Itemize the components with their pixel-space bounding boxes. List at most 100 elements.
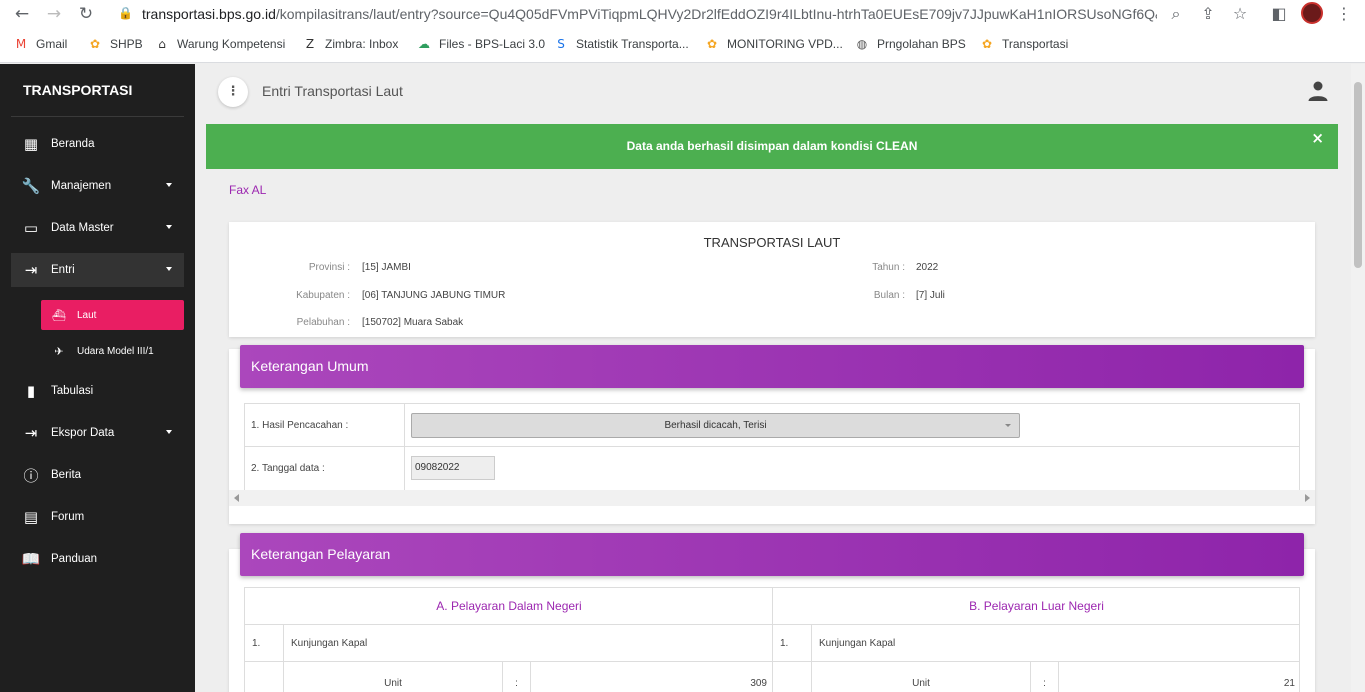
- sidebar-item-data-master[interactable]: ▭ Data Master: [11, 211, 184, 245]
- column-heading: A. Pelayaran Dalam Negeri: [245, 588, 773, 625]
- table-row: 1. Kunjungan Kapal: [773, 625, 1300, 662]
- profile-avatar[interactable]: [1301, 2, 1323, 24]
- book-icon: 📖: [21, 550, 41, 568]
- main-content: ⋮ Entri Transportasi Laut Data anda berh…: [195, 64, 1351, 692]
- scrollbar-thumb[interactable]: [1354, 82, 1362, 268]
- tanggal-data-input[interactable]: 09082022: [411, 456, 495, 480]
- bookmark-8[interactable]: ✿ Transportasi: [980, 37, 1068, 51]
- bookmark-0[interactable]: M Gmail: [14, 37, 68, 51]
- scroll-right-icon[interactable]: [1305, 494, 1310, 502]
- chevron-down-icon: [166, 183, 172, 187]
- url-path: /kompilasitrans/laut/entry?source=Qu4Q05…: [275, 6, 1157, 22]
- share-icon[interactable]: ⇪: [1198, 4, 1218, 24]
- bookmark-6[interactable]: ✿ MONITORING VPD...: [705, 37, 843, 51]
- sidebar-item-berita[interactable]: ⓘ Berita: [11, 458, 184, 492]
- sidebar-item-label: Panduan: [51, 553, 98, 565]
- sidebar-item-beranda[interactable]: ▦ Beranda: [11, 127, 184, 161]
- sidebar-item-ekspor-data[interactable]: ⇥ Ekspor Data: [11, 416, 184, 450]
- globe-icon: ◍: [856, 37, 868, 51]
- bookmark-label: Gmail: [36, 37, 68, 51]
- back-icon[interactable]: ←: [12, 4, 32, 24]
- scroll-left-icon[interactable]: [234, 494, 239, 502]
- ship-icon: ⛴: [52, 308, 66, 322]
- lock-icon[interactable]: 🔒: [118, 6, 133, 20]
- keterangan-pelayaran-panel: Keterangan Pelayaran A. Pelayaran Dalam …: [229, 533, 1315, 692]
- table-row: Unit : 309: [245, 662, 773, 692]
- account-icon[interactable]: [1306, 79, 1330, 103]
- row-label: Kunjungan Kapal: [291, 638, 368, 649]
- address-bar[interactable]: transportasi.bps.go.id/kompilasitrans/la…: [142, 6, 1157, 22]
- bookmark-label: Transportasi: [1002, 37, 1069, 51]
- hasil-pencacahan-label: 1. Hasil Pencacahan :: [245, 404, 405, 447]
- sidebar-item-tabulasi[interactable]: ▮ Tabulasi: [11, 374, 184, 408]
- bookmarks-bar: M Gmail ✿ SHPB ⌂ Warung Kompetensi Z Zimbra: In…: [0, 28, 1365, 63]
- bulan-value: [7] Juli: [916, 290, 945, 301]
- chevron-down-icon: [1005, 424, 1011, 427]
- sidebar-subitem-laut[interactable]: ⛴ Laut: [41, 300, 184, 330]
- side-panel-icon[interactable]: ◧: [1269, 4, 1289, 24]
- sidebar-item-label: Ekspor Data: [51, 427, 115, 439]
- sipadu-icon: ✿: [89, 37, 101, 51]
- sipadu-icon: ✿: [706, 37, 718, 51]
- horizontal-scrollbar[interactable]: [229, 490, 1315, 506]
- row-number: 1.: [773, 625, 812, 662]
- sidebar-item-label: Tabulasi: [51, 385, 94, 397]
- topbar: ⋮ Entri Transportasi Laut: [195, 64, 1351, 119]
- row-label: Kunjungan Kapal: [819, 638, 896, 649]
- export-icon: ⇥: [24, 424, 38, 442]
- bookmark-7[interactable]: ◍ Prngolahan BPS: [855, 37, 966, 51]
- more-options-button[interactable]: ⋮: [218, 77, 248, 107]
- sidebar-subitem-udara-model-iii-1[interactable]: ✈ Udara Model III/1: [41, 336, 184, 366]
- bookmark-3[interactable]: Z Zimbra: Inbox: [303, 37, 398, 51]
- unit-value-input[interactable]: 21: [1059, 662, 1295, 692]
- sidebar-item-entri[interactable]: ⇥ Entri: [11, 253, 184, 287]
- header-card: TRANSPORTASI LAUT Provinsi : [15] JAMBI …: [229, 222, 1315, 337]
- close-icon[interactable]: ×: [1311, 124, 1324, 152]
- form-title: TRANSPORTASI LAUT: [703, 235, 841, 250]
- dashboard-icon: ▦: [23, 135, 39, 153]
- bookmark-label: Warung Kompetensi: [177, 37, 286, 51]
- wrench-icon: 🔧: [21, 177, 41, 195]
- cloud-icon: ☁: [418, 37, 430, 51]
- dalam-negeri-column: A. Pelayaran Dalam Negeri 1. Kunjungan K…: [245, 588, 773, 692]
- sipadu-icon: ✿: [981, 37, 993, 51]
- url-host: transportasi.bps.go.id: [142, 6, 276, 22]
- sharepoint-icon: S: [557, 37, 565, 51]
- bar-chart-icon: ▮: [26, 382, 36, 400]
- panel-heading: Keterangan Umum: [240, 345, 1304, 388]
- tahun-label: Tahun :: [872, 262, 905, 273]
- zoom-search-icon[interactable]: ⌕: [1166, 4, 1186, 24]
- keterangan-umum-panel: Keterangan Umum 1. Hasil Pencacahan : Be…: [229, 345, 1315, 524]
- star-icon[interactable]: ☆: [1230, 4, 1250, 24]
- info-icon: ⓘ: [23, 466, 39, 485]
- menu-kebab-icon[interactable]: ⋮: [1334, 4, 1354, 24]
- form-row: 2. Tanggal data : 09082022: [245, 447, 1299, 490]
- bookmark-2[interactable]: ⌂ Warung Kompetensi: [155, 37, 285, 51]
- bulan-label: Bulan :: [873, 290, 905, 301]
- sidebar-item-label: Entri: [51, 264, 75, 276]
- vertical-scrollbar[interactable]: [1351, 64, 1365, 692]
- bookmark-4[interactable]: ☁ Files - BPS-Laci 3.0: [417, 37, 545, 51]
- panel-heading: Keterangan Pelayaran: [240, 533, 1304, 576]
- reload-icon[interactable]: ↻: [76, 4, 96, 24]
- sidebar-item-panduan[interactable]: 📖 Panduan: [11, 542, 184, 576]
- chevron-down-icon: [166, 267, 172, 271]
- forward-icon[interactable]: →: [44, 4, 64, 24]
- bookmark-label: MONITORING VPD...: [727, 37, 843, 51]
- bookmark-1[interactable]: ✿ SHPB: [88, 37, 143, 51]
- sidebar-item-label: Berita: [51, 469, 82, 481]
- table-row: 1. Kunjungan Kapal: [245, 625, 773, 662]
- sidebar-subitem-label: Laut: [77, 309, 97, 321]
- app: TRANSPORTASI ▦ Beranda 🔧 Manajemen ▭ Data Mas…: [0, 64, 1365, 692]
- bookmark-5[interactable]: S Statistik Transporta...: [554, 37, 689, 51]
- kabupaten-value: [06] TANJUNG JABUNG TIMUR: [362, 290, 506, 301]
- tahun-value: 2022: [916, 262, 939, 273]
- sidebar-item-forum[interactable]: ▤ Forum: [11, 500, 184, 534]
- page-title: Entri Transportasi Laut: [262, 83, 403, 99]
- unit-value-input[interactable]: 309: [531, 662, 767, 692]
- home-icon: ⌂: [158, 37, 166, 51]
- sidebar-item-label: Beranda: [51, 138, 95, 150]
- sidebar-item-manajemen[interactable]: 🔧 Manajemen: [11, 169, 184, 203]
- hasil-pencacahan-select[interactable]: Berhasil dicacah, Terisi: [411, 413, 1020, 438]
- fax-link[interactable]: Fax AL: [229, 183, 266, 197]
